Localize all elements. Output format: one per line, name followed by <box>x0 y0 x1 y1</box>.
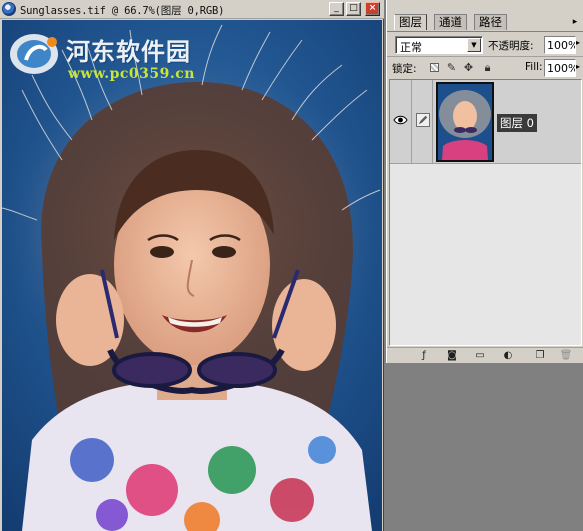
layer-row[interactable]: 图层 0 <box>390 80 581 164</box>
layers-list: 图层 0 <box>389 79 582 346</box>
blend-mode-value: 正常 <box>400 41 422 54</box>
link-brush-toggle[interactable] <box>413 80 433 164</box>
chevron-down-icon[interactable]: ▼ <box>467 38 481 52</box>
tab-layers[interactable]: 图层 <box>394 14 427 30</box>
watermark-site-name: 河东软件园 <box>66 37 191 66</box>
tab-channels[interactable]: 通道 <box>434 14 467 30</box>
paintbrush-icon <box>416 113 430 127</box>
minimize-button[interactable]: _ <box>329 2 344 16</box>
layer-name[interactable]: 图层 0 <box>497 114 537 132</box>
lock-position-icon[interactable]: ✥ <box>461 60 476 75</box>
watermark-url: www.pc0359.cn <box>68 66 195 82</box>
image-canvas[interactable]: 河东软件园 www.pc0359.cn <box>2 20 382 531</box>
watermark-logo-icon <box>10 34 58 74</box>
trash-icon[interactable]: 🗑︎ <box>559 349 573 363</box>
lock-transparency-icon[interactable] <box>427 60 442 75</box>
document-window: Sunglasses.tif @ 66.7%(图层 0,RGB) _ □ × 河… <box>0 0 384 531</box>
opacity-slider-arrow-icon[interactable]: ▸ <box>576 38 580 47</box>
maximize-button[interactable]: □ <box>346 2 361 16</box>
photoshop-app-icon <box>2 2 16 16</box>
palette-footer: ƒ ◙ ▭ ◐ ❐ 🗑︎ <box>387 347 583 363</box>
lock-label: 锁定: <box>392 63 417 75</box>
fill-slider-arrow-icon[interactable]: ▸ <box>576 62 580 71</box>
new-layer-icon[interactable]: ❐ <box>533 349 547 363</box>
palette-tab-strip: 图层 通道 路径 ▸ <box>387 0 583 30</box>
visibility-toggle[interactable] <box>390 80 412 164</box>
layer-thumbnail[interactable] <box>436 82 494 162</box>
lock-options-row: 锁定: ✎ ✥ 🔒︎ Fill: 100% ▸ <box>387 56 583 78</box>
lock-all-icon[interactable]: 🔒︎ <box>480 60 495 75</box>
close-button[interactable]: × <box>365 2 380 16</box>
document-title: Sunglasses.tif @ 66.7%(图层 0,RGB) <box>20 5 225 17</box>
tab-paths[interactable]: 路径 <box>474 14 507 30</box>
fill-input[interactable]: 100% <box>544 59 576 77</box>
add-mask-icon[interactable]: ◙ <box>445 349 459 363</box>
layers-palette: 图层 通道 路径 ▸ 正常 ▼ 不透明度: 100% ▸ 锁定: ✎ ✥ 🔒︎ … <box>386 0 583 363</box>
new-group-folder-icon[interactable]: ▭ <box>473 349 487 363</box>
document-titlebar[interactable]: Sunglasses.tif @ 66.7%(图层 0,RGB) _ □ × <box>0 0 384 19</box>
palette-menu-button[interactable]: ▸ <box>568 16 582 28</box>
adjustment-layer-icon[interactable]: ◐ <box>501 349 515 363</box>
layer-style-fx-icon[interactable]: ƒ <box>417 349 431 363</box>
opacity-label: 不透明度: <box>488 40 534 52</box>
opacity-input[interactable]: 100% <box>544 36 576 54</box>
photo-girl-with-sunglasses <box>2 20 382 531</box>
workspace-background <box>386 363 583 531</box>
eye-icon[interactable] <box>393 115 408 125</box>
fill-label: Fill: <box>525 61 543 73</box>
blend-mode-select[interactable]: 正常 ▼ <box>395 36 483 54</box>
blend-options-row: 正常 ▼ 不透明度: 100% ▸ <box>387 31 583 55</box>
lock-image-pixels-icon[interactable]: ✎ <box>444 60 459 75</box>
